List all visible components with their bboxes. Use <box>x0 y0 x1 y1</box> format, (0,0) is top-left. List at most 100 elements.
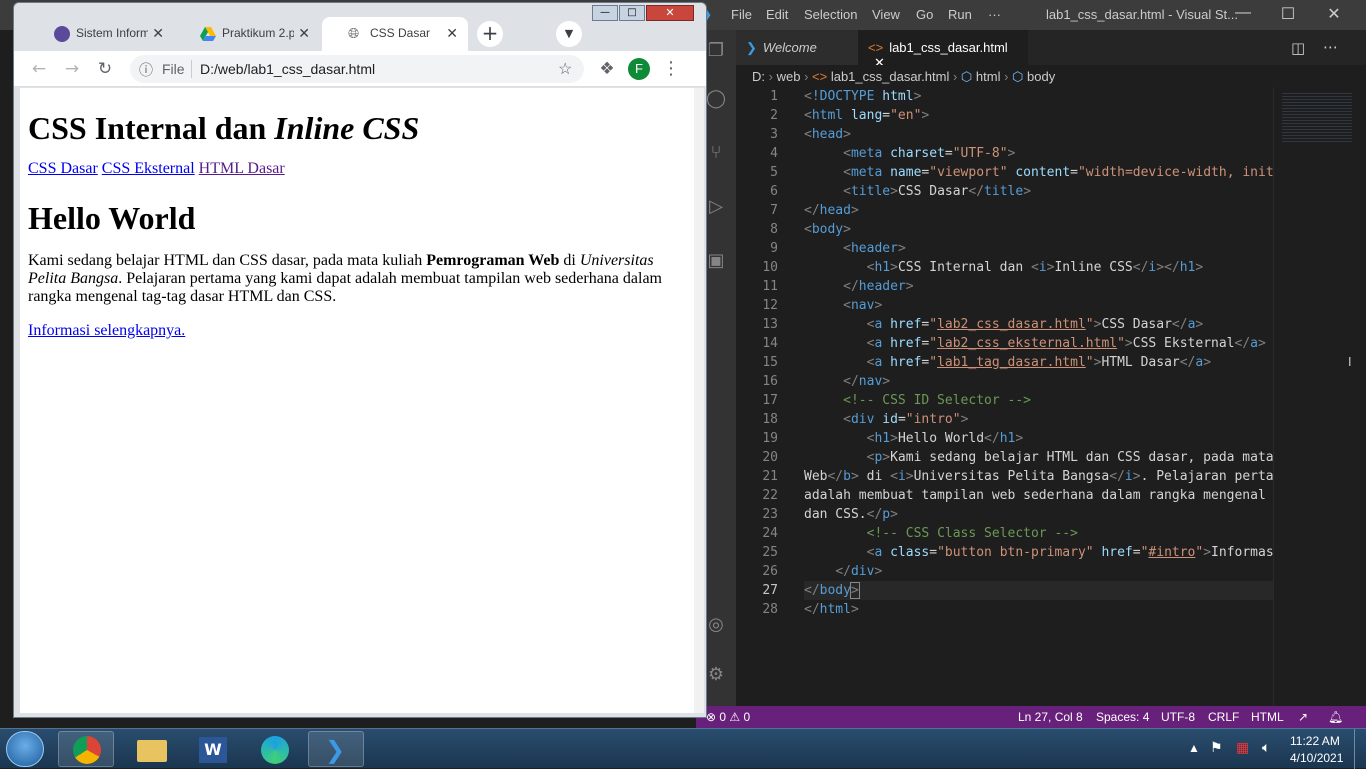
notifications-bell-icon[interactable]: 🔔︎ <box>1328 710 1343 724</box>
menu-run[interactable]: Run <box>948 7 972 22</box>
menu-edit[interactable]: Edit <box>766 7 788 22</box>
maximize-icon[interactable]: □ <box>619 5 645 21</box>
link-css-dasar[interactable]: CSS Dasar <box>28 160 98 177</box>
minimize-icon[interactable]: — <box>592 5 618 21</box>
clock-time[interactable]: 11:22 AM <box>1290 734 1340 748</box>
start-button[interactable] <box>6 731 44 767</box>
tab-css-dasar[interactable]: 🌐︎ CSS Dasar ✕ <box>322 17 468 51</box>
close-icon[interactable]: ✕ <box>1314 4 1354 26</box>
line-ending[interactable]: CRLF <box>1208 710 1239 724</box>
text-cursor-icon: I <box>1348 355 1352 369</box>
line-number: 17 <box>762 393 778 408</box>
menu-more[interactable]: ··· <box>988 7 1001 22</box>
tab-close-icon[interactable]: ✕ <box>446 25 458 42</box>
run-debug-icon[interactable]: ▷ <box>704 196 728 220</box>
url-text[interactable]: D:/web/lab1_css_dasar.html <box>200 61 375 77</box>
indentation[interactable]: Spaces: 4 <box>1096 710 1149 724</box>
breadcrumb-drive[interactable]: D: <box>752 69 765 84</box>
breadcrumb-html[interactable]: html <box>976 69 1001 84</box>
code-line-current: </body> <box>804 581 1273 600</box>
network-icon[interactable]: ▦ <box>1236 739 1249 756</box>
show-desktop-button[interactable] <box>1354 729 1366 769</box>
menu-selection[interactable]: Selection <box>804 7 857 22</box>
code-line: <a href="lab1_tag_dasar.html">HTML Dasar… <box>866 355 1212 370</box>
language-mode[interactable]: HTML <box>1251 710 1284 724</box>
new-tab-plus-icon[interactable]: + <box>477 21 503 47</box>
live-share-icon[interactable]: ↗ <box>1298 710 1308 724</box>
link-html-dasar[interactable]: HTML Dasar <box>199 160 285 177</box>
split-editor-icon[interactable]: ◫ <box>1291 39 1305 57</box>
code-line: <header> <box>843 241 906 256</box>
back-arrow-icon[interactable]: ← <box>28 58 50 80</box>
clock-date[interactable]: 4/10/2021 <box>1290 751 1343 765</box>
volume-icon[interactable]: 🔈︎ <box>1262 739 1270 756</box>
tab-close-icon[interactable]: ✕ <box>294 25 310 42</box>
taskbar-word[interactable]: W <box>184 731 240 767</box>
kebab-menu-icon[interactable]: ⋮ <box>660 58 682 80</box>
more-info-link[interactable]: Informasi selengkapnya. <box>28 322 185 339</box>
taskbar-explorer[interactable] <box>122 731 178 767</box>
bookmark-star-icon[interactable]: ☆ <box>558 59 572 79</box>
settings-gear-icon[interactable]: ⚙ <box>704 664 728 688</box>
breadcrumb-body[interactable]: body <box>1027 69 1055 84</box>
globe-icon: 🌐︎ <box>348 25 360 41</box>
code-line: <title>CSS Dasar</title> <box>843 184 1032 199</box>
code-line: <div id="intro"> <box>843 412 969 427</box>
line-number: 6 <box>770 184 778 199</box>
cursor-position[interactable]: Ln 27, Col 8 <box>1018 710 1083 724</box>
heading-text: CSS Internal dan <box>28 110 275 146</box>
close-icon[interactable]: ✕ <box>646 5 694 21</box>
minimap[interactable]: I <box>1273 87 1366 706</box>
tab-close-icon[interactable]: ✕ <box>148 25 164 42</box>
extensions-icon[interactable]: ▣ <box>704 250 728 274</box>
address-bar[interactable]: ⓘ File D:/web/lab1_css_dasar.html ☆ <box>130 55 584 83</box>
tab-welcome-label: Welcome <box>762 40 817 55</box>
line-number: 3 <box>770 127 778 142</box>
code-line: <a href="lab2_css_eksternal.html">CSS Ek… <box>866 336 1266 351</box>
reload-icon[interactable]: ↻ <box>94 58 116 80</box>
profile-avatar[interactable]: F <box>628 58 650 80</box>
code-editor[interactable]: 1 2 3 4 5 6 7 8 9 10 11 12 13 14 15 16 17 18 19 20 21 22 23 24 2… <box>736 87 1273 706</box>
forward-arrow-icon[interactable]: → <box>61 58 83 80</box>
tab-welcome[interactable]: ❯ Welcome <box>736 30 858 65</box>
menu-file[interactable]: File <box>731 7 752 22</box>
extensions-puzzle-icon[interactable]: ❖ <box>596 58 618 80</box>
line-number: 19 <box>762 431 778 446</box>
line-number: 7 <box>770 203 778 218</box>
show-hidden-icons[interactable]: ▲ <box>1188 741 1200 755</box>
editor-tabs: ❯ Welcome <> lab1_css_dasar.html ✕ ◫ ⋯ <box>736 30 1366 70</box>
explorer-icon[interactable]: ❐ <box>704 40 728 64</box>
element-icon: ⬡ <box>960 69 973 84</box>
chrome-window: — □ ✕ Sistem Informas ✕ Praktikum 2.pdf … <box>13 2 707 718</box>
code-line: </div> <box>835 564 883 579</box>
code-line: <html lang="en"> <box>804 108 930 123</box>
source-control-icon[interactable]: ⑂ <box>704 142 728 166</box>
tab-sistem-informasi[interactable]: Sistem Informas ✕ <box>28 17 174 51</box>
problems-indicator[interactable]: ⊗ 0 ⚠ 0 <box>706 710 750 724</box>
taskbar-edge[interactable] <box>246 731 302 767</box>
tab-search-chevron-icon[interactable]: ▼ <box>556 21 582 47</box>
maximize-icon[interactable]: ☐ <box>1268 4 1308 26</box>
breadcrumb-folder[interactable]: web <box>777 69 801 84</box>
account-icon[interactable]: ◎ <box>704 614 728 638</box>
more-actions-icon[interactable]: ⋯ <box>1323 38 1338 56</box>
html-file-icon: <> <box>868 40 884 55</box>
line-number: 21 <box>762 469 778 484</box>
code-line: <meta name="viewport" content="width=dev… <box>843 165 1273 180</box>
code-line: <head> <box>804 127 851 142</box>
tab-lab1-css-dasar[interactable]: <> lab1_css_dasar.html ✕ <box>858 30 1028 70</box>
menu-go[interactable]: Go <box>916 7 933 22</box>
link-css-eksternal[interactable]: CSS Eksternal <box>102 160 195 177</box>
taskbar-chrome[interactable] <box>58 731 114 767</box>
page-scrollbar[interactable] <box>694 88 704 713</box>
action-center-flag-icon[interactable]: ⚑ <box>1210 739 1223 756</box>
breadcrumb-file[interactable]: lab1_css_dasar.html <box>831 69 950 84</box>
search-icon[interactable]: ◯ <box>704 88 728 112</box>
encoding[interactable]: UTF-8 <box>1161 710 1195 724</box>
minimize-icon[interactable]: — <box>1223 4 1263 26</box>
page-heading: CSS Internal dan Inline CSS <box>28 110 686 146</box>
info-icon[interactable]: ⓘ <box>139 60 153 80</box>
menu-view[interactable]: View <box>872 7 900 22</box>
tab-praktikum-pdf[interactable]: Praktikum 2.pdf ✕ <box>174 17 320 51</box>
taskbar-vscode[interactable]: ❯ <box>308 731 364 767</box>
